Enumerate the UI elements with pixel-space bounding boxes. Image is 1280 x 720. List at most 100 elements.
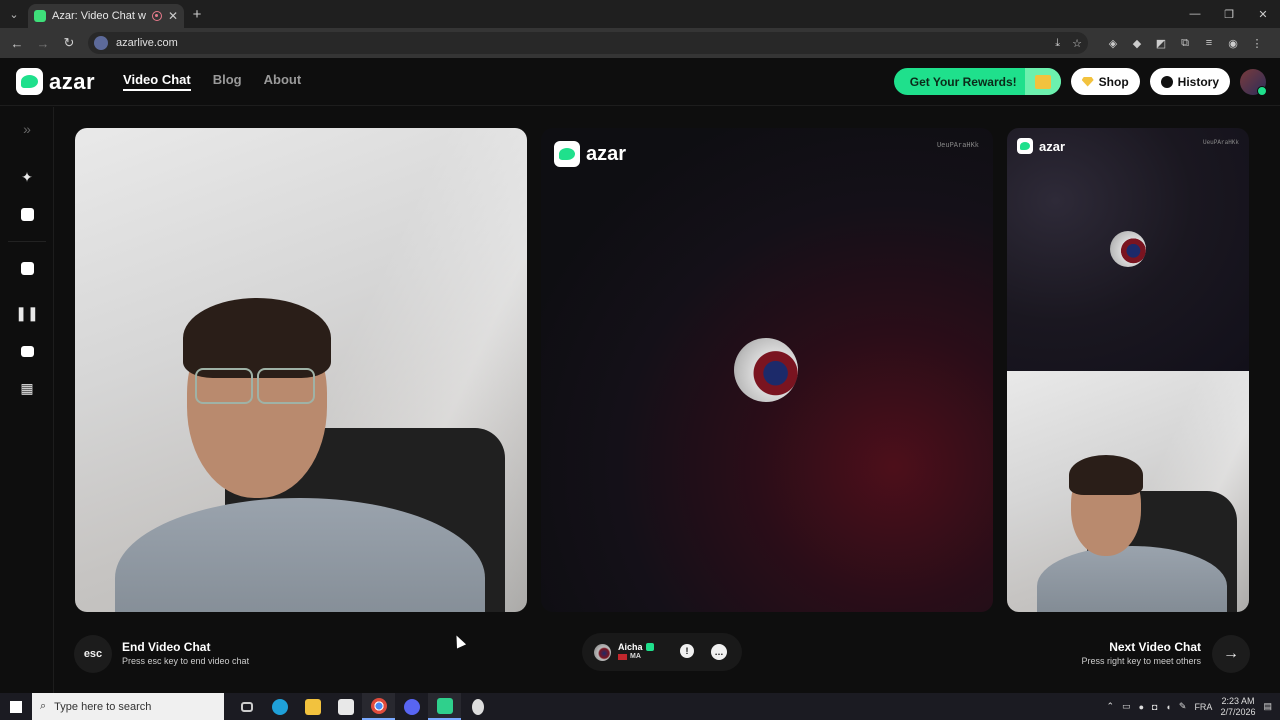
rewards-label: Get Your Rewards!	[909, 74, 1017, 89]
rewards-button[interactable]: Get Your Rewards!	[893, 68, 1061, 95]
url-text: azarlive.com	[116, 37, 178, 49]
azar-favicon-icon	[34, 10, 46, 22]
network-icon[interactable]: ▭	[1122, 701, 1131, 712]
store-icon[interactable]	[329, 693, 362, 720]
app-icon-white[interactable]	[461, 693, 494, 720]
report-shield-icon[interactable]: !	[680, 644, 694, 658]
person-hair	[1069, 455, 1143, 495]
person-hair	[183, 298, 331, 378]
recording-icon	[151, 11, 162, 21]
bookmark-star-icon[interactable]: ☆	[1072, 37, 1082, 50]
next-chat-button[interactable]: →	[1212, 635, 1250, 673]
taskbar-date: 2/7/2026	[1220, 706, 1256, 717]
extensions-area: ◈ ◆ ◩ ⧉ ≡ ◉ ⋮	[1106, 37, 1264, 50]
new-tab-button[interactable]: +	[184, 6, 210, 23]
extension-icon-2[interactable]: ◩	[1154, 37, 1168, 50]
chat-controls: esc End Video Chat Press esc key to end …	[54, 623, 1280, 693]
next-chat-hint: Press right key to meet others	[1081, 656, 1201, 666]
diamond-icon	[1081, 76, 1094, 87]
sidebar: » ✦ ❚❚ ▦	[0, 107, 54, 693]
shop-button[interactable]: Shop	[1070, 68, 1140, 95]
search-icon: ⌕	[40, 700, 47, 712]
preview-remote-view: azar UeuPAraHKk	[1007, 128, 1249, 371]
reload-icon[interactable]: ↻	[58, 32, 80, 54]
layout-stacked-icon[interactable]	[17, 341, 37, 361]
url-field[interactable]: azarlive.com ⤓ ☆	[88, 32, 1088, 54]
verified-badge-icon	[646, 643, 654, 651]
azar-logo[interactable]: azar	[16, 68, 95, 95]
layout-grid-icon[interactable]: ▦	[17, 378, 37, 398]
chat-bubble-icon[interactable]: …	[711, 644, 727, 660]
file-explorer-icon[interactable]	[296, 693, 329, 720]
history-button[interactable]: History	[1149, 68, 1230, 95]
preview-user-id: UeuPAraHKk	[1202, 139, 1239, 146]
nav-blog[interactable]: Blog	[213, 72, 242, 91]
windows-start-icon[interactable]	[0, 693, 32, 720]
preview-profile-picture	[1110, 231, 1146, 267]
self-camera-view	[75, 128, 527, 612]
remote-profile-picture	[734, 338, 798, 402]
remote-user-id: UeuPAraHKk	[936, 142, 979, 150]
nav-video-chat[interactable]: Video Chat	[123, 72, 191, 91]
reading-list-icon[interactable]: ≡	[1202, 37, 1216, 50]
next-chat-title: Next Video Chat	[1109, 640, 1201, 654]
match-avatar[interactable]	[594, 644, 611, 661]
notification-icon[interactable]: ▤	[1263, 701, 1272, 712]
browser-tab[interactable]: Azar: Video Chat with New ✕	[28, 4, 184, 28]
clock-icon	[1160, 75, 1173, 88]
task-view-icon[interactable]	[230, 693, 263, 720]
match-name: Aicha	[618, 642, 643, 652]
face-filter-icon[interactable]	[17, 204, 37, 224]
microphone-icon[interactable]: ●	[1139, 702, 1144, 712]
forward-icon[interactable]: →	[32, 32, 54, 54]
browser-menu-icon[interactable]: ⋮	[1250, 37, 1264, 50]
gift-icon	[1024, 68, 1061, 95]
pen-icon[interactable]: ✎	[1179, 701, 1187, 712]
os-taskbar: ⌕ Type here to search ⌃ ▭ ● ◘ ◖ ✎ FRA 2:…	[0, 693, 1280, 720]
extension-icon[interactable]: ◆	[1130, 37, 1144, 50]
profile-icon[interactable]: ◉	[1226, 37, 1240, 50]
expand-sidebar-icon[interactable]: »	[17, 119, 37, 139]
preview-logo-text: azar	[1039, 138, 1066, 154]
taskbar-time: 2:23 AM	[1221, 695, 1255, 706]
language-indicator[interactable]: FRA	[1194, 702, 1212, 712]
chrome-icon[interactable]	[362, 693, 395, 720]
window-controls: — ❐ ✕	[1178, 8, 1280, 21]
edge-icon[interactable]	[263, 693, 296, 720]
nav-about[interactable]: About	[264, 72, 302, 91]
translate-extension-icon[interactable]: ◈	[1106, 37, 1120, 50]
close-window-icon[interactable]: ✕	[1246, 8, 1280, 21]
site-info-icon[interactable]	[94, 36, 108, 50]
volume-icon[interactable]: ◖	[1165, 702, 1170, 712]
tab-title: Azar: Video Chat with New	[52, 10, 146, 22]
history-label: History	[1177, 74, 1219, 89]
extensions-puzzle-icon[interactable]: ⧉	[1178, 37, 1192, 50]
camera-icon[interactable]: ◘	[1152, 702, 1157, 712]
end-chat-hint: Press esc key to end video chat	[122, 656, 250, 666]
magic-wand-icon[interactable]: ✦	[17, 167, 37, 187]
restore-icon[interactable]: ❐	[1212, 8, 1246, 21]
user-avatar[interactable]	[1240, 68, 1267, 96]
taskbar-search[interactable]: ⌕ Type here to search	[32, 693, 224, 720]
shop-label: Shop	[1098, 74, 1129, 89]
app-icon-green[interactable]	[428, 693, 461, 720]
taskbar-search-placeholder: Type here to search	[54, 700, 152, 713]
tab-close-icon[interactable]: ✕	[168, 9, 178, 23]
discord-icon[interactable]	[395, 693, 428, 720]
layout-side-by-side-icon[interactable]: ❚❚	[15, 303, 38, 323]
azar-logo-icon	[554, 141, 580, 167]
end-chat-button[interactable]: esc	[74, 635, 112, 673]
morocco-flag-icon	[618, 654, 627, 660]
dice-icon[interactable]	[17, 258, 37, 278]
azar-logo-icon	[16, 68, 43, 95]
minimize-icon[interactable]: —	[1178, 8, 1212, 21]
taskbar-clock[interactable]: 2:23 AM 2/7/2026	[1220, 696, 1255, 718]
preview-self-camera	[1007, 371, 1249, 612]
remote-azar-logo: azar	[554, 141, 626, 167]
end-chat-title: End Video Chat	[122, 640, 211, 654]
install-app-icon[interactable]: ⤓	[1055, 37, 1060, 50]
tab-search-icon[interactable]: ⌄	[0, 0, 28, 28]
glasses-left	[195, 368, 253, 404]
back-icon[interactable]: ←	[6, 32, 28, 54]
tray-chevron-icon[interactable]: ⌃	[1107, 701, 1115, 712]
